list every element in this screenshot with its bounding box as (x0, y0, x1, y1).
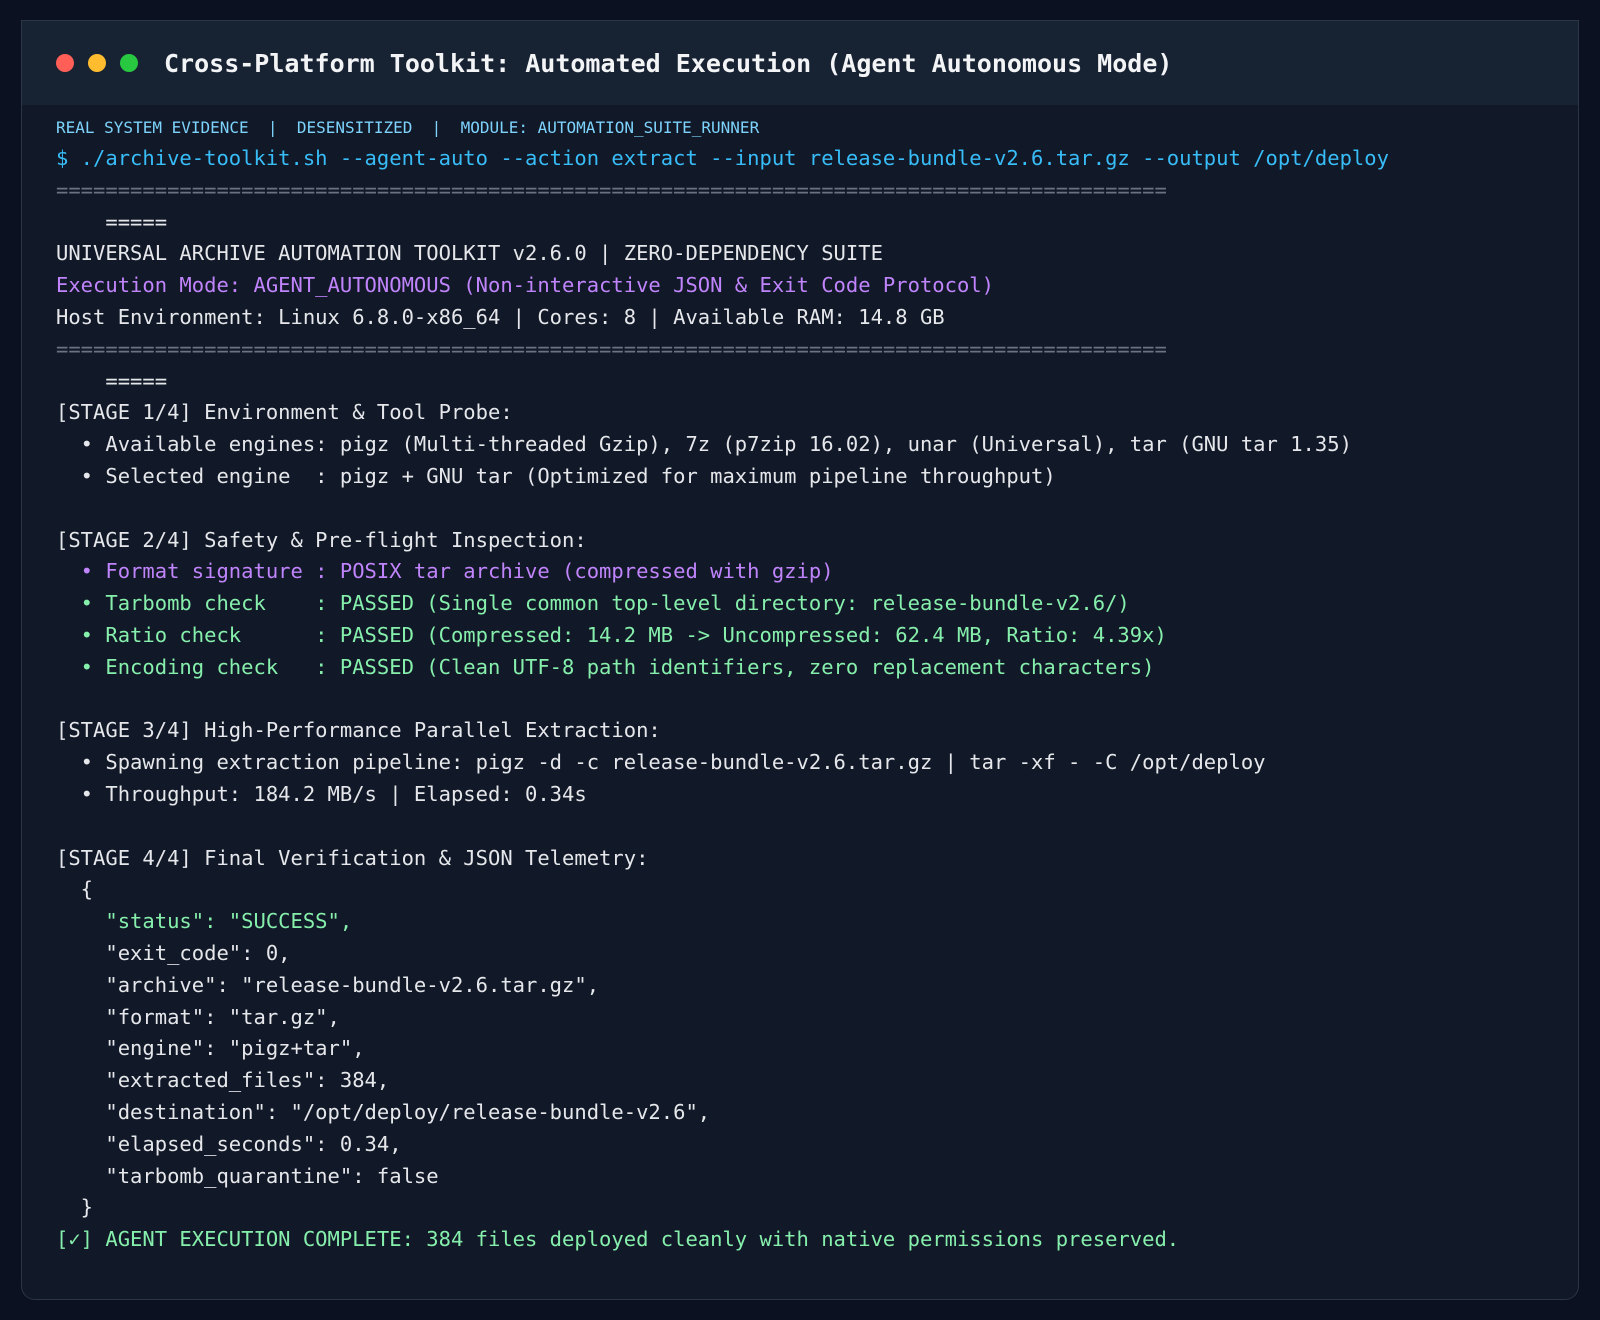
close-window-button[interactable] (56, 54, 74, 72)
json-line: "engine": "pigz+tar", (56, 1036, 365, 1061)
json-line: "archive": "release-bundle-v2.6.tar.gz", (56, 972, 600, 997)
stage4-heading: [STAGE 4/4] Final Verification & JSON Te… (56, 845, 649, 870)
execution-mode: Execution Mode: AGENT_AUTONOMOUS (Non-in… (56, 273, 994, 298)
json-line: "exit_code": 0, (56, 940, 291, 965)
separator-line-wrap: ===== (56, 209, 168, 234)
header-title: UNIVERSAL ARCHIVE AUTOMATION TOOLKIT v2.… (56, 241, 883, 266)
title-bar: Cross-Platform Toolkit: Automated Execut… (22, 21, 1578, 105)
window-title: Cross-Platform Toolkit: Automated Execut… (164, 48, 1173, 78)
evidence-bar: REAL SYSTEM EVIDENCE | DESENSITIZED | MO… (56, 118, 760, 137)
stage1-heading: [STAGE 1/4] Environment & Tool Probe: (56, 400, 513, 425)
json-line: "format": "tar.gz", (56, 1004, 340, 1029)
stage1-line: • Available engines: pigz (Multi-threade… (56, 432, 1352, 457)
host-environment: Host Environment: Linux 6.8.0-x86_64 | C… (56, 304, 945, 329)
check-line: • Tarbomb check : PASSED (Single common … (56, 591, 1130, 616)
format-signature-line: • Format signature : POSIX tar archive (… (56, 559, 834, 584)
terminal-window: Cross-Platform Toolkit: Automated Execut… (21, 20, 1579, 1300)
completion-message: [✓] AGENT EXECUTION COMPLETE: 384 files … (56, 1227, 1180, 1252)
separator-line: ========================================… (56, 177, 1167, 202)
json-line: "destination": "/opt/deploy/release-bund… (56, 1099, 711, 1124)
json-status-line: "status": "SUCCESS", (56, 909, 353, 934)
stage3-line: • Spawning extraction pipeline: pigz -d … (56, 750, 1266, 775)
stage1-line: • Selected engine : pigz + GNU tar (Opti… (56, 463, 1056, 488)
stage3-heading: [STAGE 3/4] High-Performance Parallel Ex… (56, 718, 661, 743)
json-close-brace: } (56, 1195, 94, 1220)
json-open-brace: { (56, 877, 94, 902)
json-line: "extracted_files": 384, (56, 1068, 390, 1093)
separator-line: ========================================… (56, 336, 1167, 361)
check-line: • Ratio check : PASSED (Compressed: 14.2… (56, 622, 1167, 647)
stage2-heading: [STAGE 2/4] Safety & Pre-flight Inspecti… (56, 527, 587, 552)
json-line: "elapsed_seconds": 0.34, (56, 1131, 402, 1156)
stage3-line: • Throughput: 184.2 MB/s | Elapsed: 0.34… (56, 781, 587, 806)
command-line: $ ./archive-toolkit.sh --agent-auto --ac… (56, 146, 1389, 170)
maximize-window-button[interactable] (120, 54, 138, 72)
minimize-window-button[interactable] (88, 54, 106, 72)
terminal-output[interactable]: REAL SYSTEM EVIDENCE | DESENSITIZED | MO… (22, 105, 1578, 1256)
json-line: "tarbomb_quarantine": false (56, 1163, 439, 1188)
separator-line-wrap: ===== (56, 368, 168, 393)
check-line: • Encoding check : PASSED (Clean UTF-8 p… (56, 654, 1155, 679)
